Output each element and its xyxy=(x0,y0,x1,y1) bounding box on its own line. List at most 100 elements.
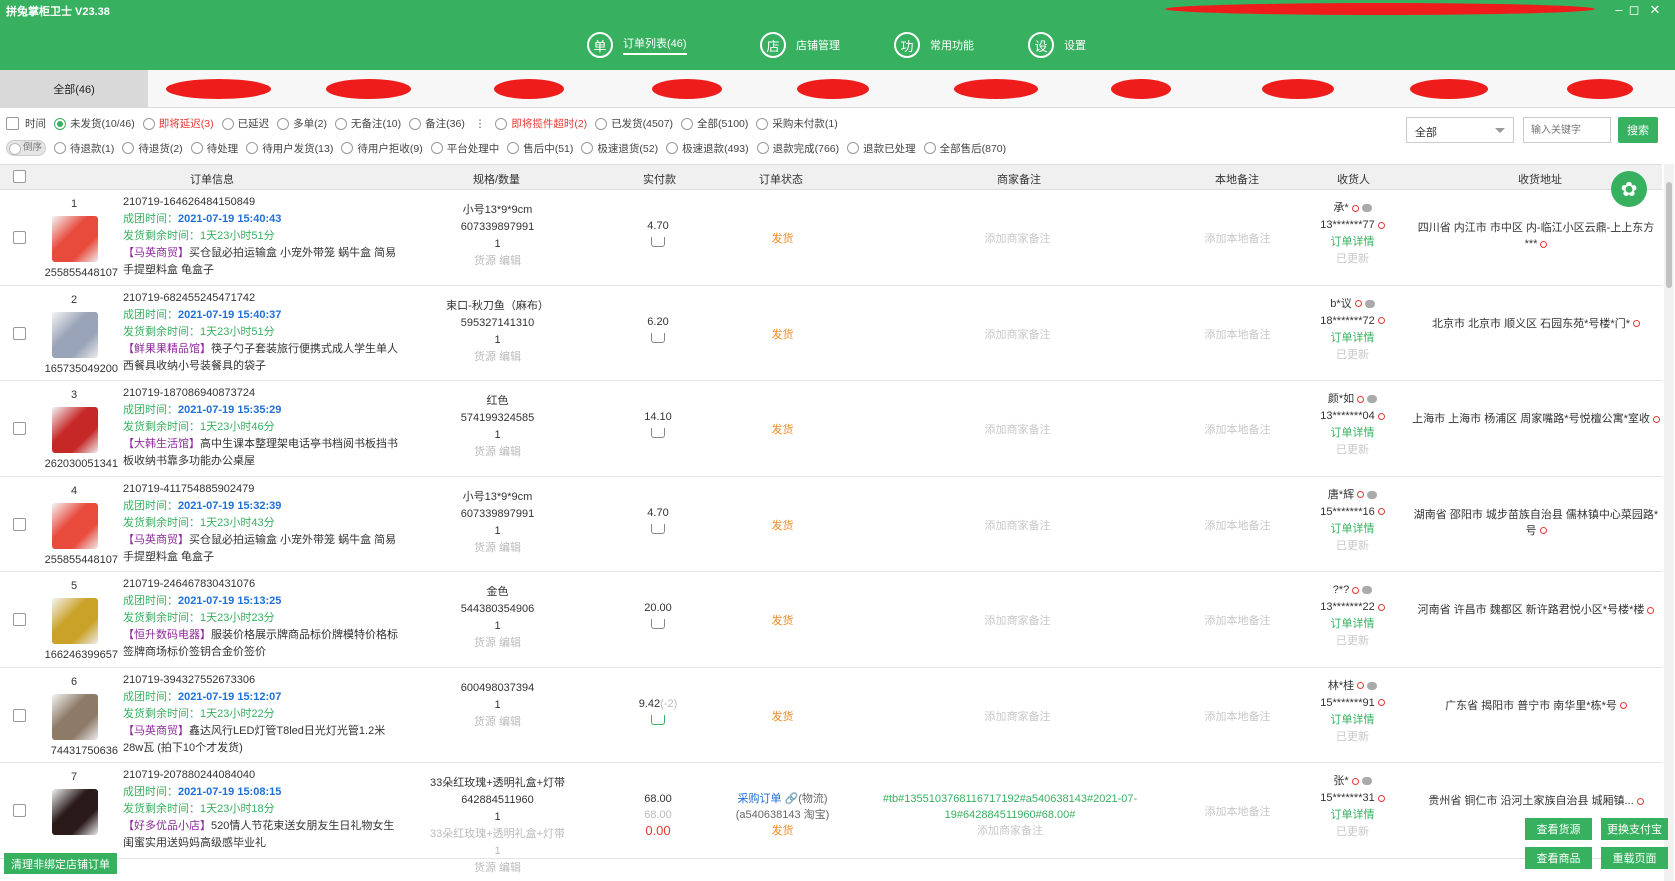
ship-button[interactable]: 发货 xyxy=(730,708,835,724)
order-detail-link[interactable]: 订单详情 xyxy=(1305,521,1400,538)
status-option-label[interactable]: 未发货(10/46) xyxy=(70,116,135,131)
nav-functions[interactable]: 功 常用功能 xyxy=(894,30,974,60)
reverse-order-toggle[interactable]: 倒序 xyxy=(6,140,46,156)
scrollbar-thumb[interactable] xyxy=(1666,182,1672,288)
product-image[interactable] xyxy=(52,789,98,835)
chat-icon[interactable] xyxy=(1361,204,1372,213)
aftersale-option-label[interactable]: 待退款(1) xyxy=(70,141,114,156)
filter-select[interactable]: 全部 xyxy=(1406,117,1514,143)
store-tab-redacted[interactable] xyxy=(166,79,271,99)
clear-unbound-orders-button[interactable]: 清理非绑定店铺订单 xyxy=(4,853,117,874)
chat-icon[interactable] xyxy=(1367,395,1378,404)
location-pin-icon[interactable] xyxy=(1377,221,1385,229)
goods-id[interactable]: 255855448107 xyxy=(0,554,118,566)
location-pin-icon[interactable] xyxy=(1539,527,1547,535)
order-number[interactable]: 210719-164626484150849 xyxy=(123,194,398,211)
select-all-checkbox[interactable] xyxy=(13,170,26,183)
radio-icon[interactable] xyxy=(341,142,354,154)
radio-icon[interactable] xyxy=(595,117,608,130)
table-row[interactable]: 3 262030051341 210719-187086940873724 成团时间：… xyxy=(0,381,1662,477)
source-edit-link[interactable]: 货源 编辑 xyxy=(420,635,575,652)
status-option-label[interactable]: 已发货(4507) xyxy=(611,116,673,131)
location-pin-icon[interactable] xyxy=(1619,702,1627,710)
table-row[interactable]: 7 210719-207880244084040 成团时间：2021-07-19 1… xyxy=(0,763,1662,874)
status-option-label[interactable]: 全部(5100) xyxy=(697,116,748,131)
status-option-label[interactable]: 即将揽件超时(2) xyxy=(511,116,587,131)
store-tab-redacted[interactable] xyxy=(652,79,722,99)
location-pin-icon[interactable] xyxy=(1354,300,1362,308)
chat-icon[interactable] xyxy=(1364,299,1375,308)
radio-icon[interactable] xyxy=(190,142,203,154)
row-checkbox[interactable] xyxy=(13,231,26,244)
store-tab-redacted[interactable] xyxy=(797,79,869,99)
product-image[interactable] xyxy=(52,502,98,549)
aftersale-option-label[interactable]: 退款完成(766) xyxy=(773,141,840,156)
location-pin-icon[interactable] xyxy=(1652,415,1660,423)
store-tab-redacted[interactable] xyxy=(1111,79,1171,99)
order-detail-link[interactable]: 订单详情 xyxy=(1305,712,1400,729)
cart-icon[interactable] xyxy=(651,619,665,629)
table-row[interactable]: 5 166246399657 210719-246467830431076 成团时间：… xyxy=(0,572,1662,668)
goods-id[interactable]: 74431750636 xyxy=(0,745,118,757)
status-option-label[interactable]: 已延迟 xyxy=(238,116,270,131)
order-number[interactable]: 210719-682455245471742 xyxy=(123,290,398,307)
goods-id[interactable]: 255855448107 xyxy=(0,267,118,279)
table-row[interactable]: 6 74431750636 210719-394327552673306 成团时间：2… xyxy=(0,668,1662,763)
order-number[interactable]: 210719-187086940873724 xyxy=(123,385,398,402)
store-tab-redacted[interactable] xyxy=(326,79,411,99)
order-number[interactable]: 210719-246467830431076 xyxy=(123,576,398,593)
ship-button[interactable]: 发货 xyxy=(730,823,835,839)
chat-icon[interactable] xyxy=(1367,681,1378,690)
store-tab-redacted[interactable] xyxy=(1262,79,1334,99)
search-input[interactable] xyxy=(1523,117,1611,143)
order-number[interactable]: 210719-394327552673306 xyxy=(123,672,398,689)
add-local-note[interactable]: 添加本地备注 xyxy=(1180,517,1295,533)
store-tab-redacted[interactable] xyxy=(954,79,1038,99)
radio-icon[interactable] xyxy=(277,117,290,130)
logistics-link[interactable]: (物流) xyxy=(798,793,827,805)
cart-icon[interactable] xyxy=(651,523,665,534)
chat-icon[interactable] xyxy=(1361,777,1372,786)
location-pin-icon[interactable] xyxy=(1357,682,1365,690)
add-merchant-note[interactable]: 添加商家备注 xyxy=(935,708,1100,724)
procure-order-link[interactable]: 采购订单 xyxy=(737,793,781,805)
nav-stores[interactable]: 店 店铺管理 xyxy=(760,30,840,60)
radio-icon[interactable] xyxy=(54,142,66,154)
product-image[interactable] xyxy=(52,598,98,644)
location-pin-icon[interactable] xyxy=(1351,777,1359,785)
radio-icon[interactable] xyxy=(334,117,347,130)
chat-icon[interactable] xyxy=(1367,490,1378,499)
radio-icon[interactable] xyxy=(756,117,769,130)
table-row[interactable]: 2 165735049200 210719-682455245471742 成团时间：… xyxy=(0,286,1662,381)
minimize-icon[interactable]: – xyxy=(1612,2,1626,17)
view-source-button[interactable]: 查看货源 xyxy=(1525,818,1592,840)
aftersale-option-label[interactable]: 待用户发货(13) xyxy=(262,141,333,156)
location-pin-icon[interactable] xyxy=(1352,586,1360,594)
cart-icon[interactable] xyxy=(651,332,665,343)
ship-button[interactable]: 发货 xyxy=(730,326,835,342)
nav-settings[interactable]: 设 设置 xyxy=(1028,30,1086,60)
radio-icon[interactable] xyxy=(221,117,234,130)
location-pin-icon[interactable] xyxy=(1647,606,1655,614)
order-number[interactable]: 210719-411754885902479 xyxy=(123,481,398,498)
add-local-note[interactable]: 添加本地备注 xyxy=(1180,803,1295,819)
nav-orders[interactable]: 单 订单列表(46) xyxy=(587,30,687,60)
ship-button[interactable]: 发货 xyxy=(730,612,835,628)
source-edit-link[interactable]: 货源 编辑 xyxy=(420,349,575,366)
product-image[interactable] xyxy=(52,407,98,453)
store-tab-redacted[interactable] xyxy=(1567,79,1633,99)
add-local-note[interactable]: 添加本地备注 xyxy=(1180,326,1295,342)
radio-icon[interactable] xyxy=(246,142,259,154)
add-local-note[interactable]: 添加本地备注 xyxy=(1180,230,1295,246)
source-edit-link[interactable]: 货源 编辑 xyxy=(420,444,575,461)
ship-button[interactable]: 发货 xyxy=(730,230,835,246)
location-pin-icon[interactable] xyxy=(1377,603,1385,611)
radio-icon[interactable] xyxy=(681,117,694,130)
add-merchant-note[interactable]: 添加商家备注 xyxy=(935,230,1100,246)
source-edit-link[interactable]: 货源 编辑 xyxy=(420,253,575,270)
aftersale-option-label[interactable]: 极速退货(52) xyxy=(597,141,658,156)
order-detail-link[interactable]: 订单详情 xyxy=(1305,616,1400,633)
product-image[interactable] xyxy=(52,216,98,262)
radio-icon[interactable] xyxy=(430,142,443,154)
aftersale-option-label[interactable]: 待退货(2) xyxy=(138,141,182,156)
